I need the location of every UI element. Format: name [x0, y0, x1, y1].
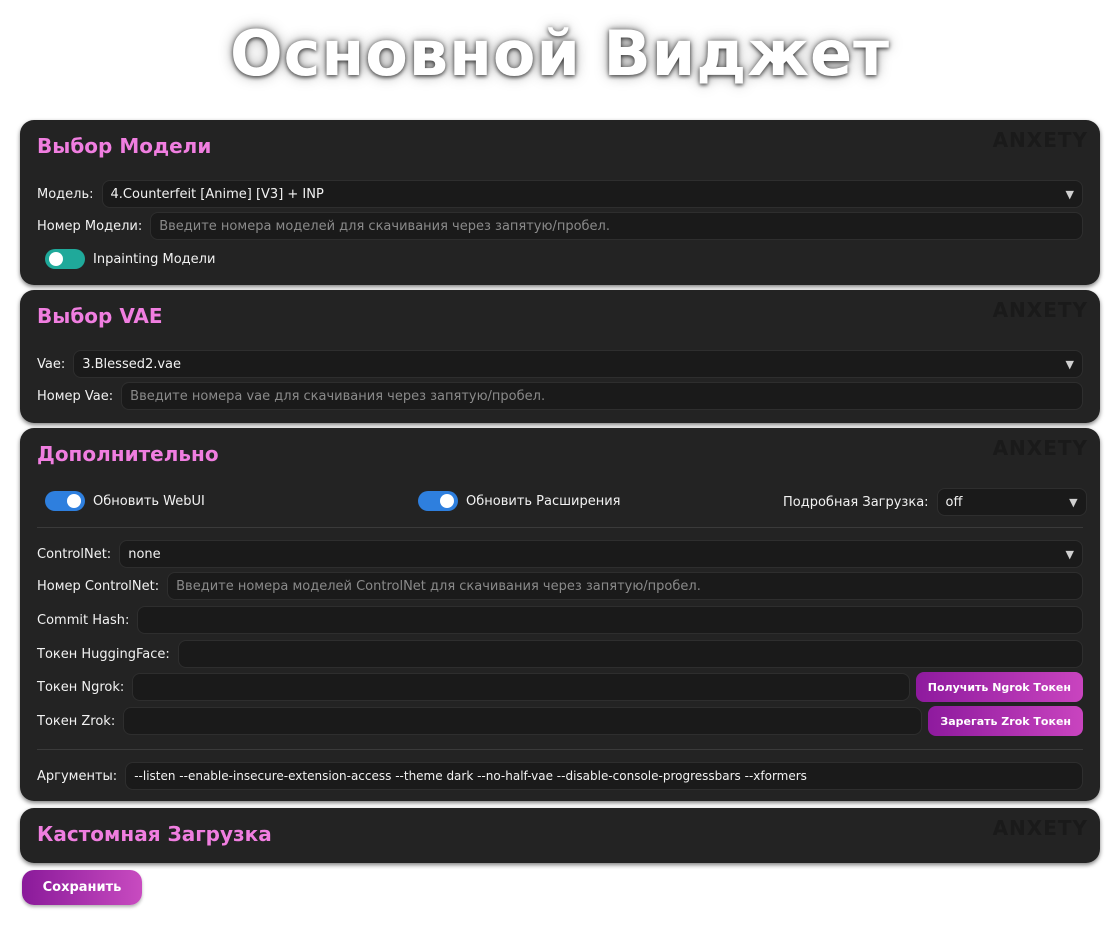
controlnet-number-input[interactable]	[167, 572, 1083, 600]
ngrok-token-label: Токен Ngrok:	[37, 679, 125, 695]
vae-number-input[interactable]	[121, 382, 1083, 410]
model-number-label: Номер Модели:	[37, 218, 143, 234]
zrok-token-label: Токен Zrok:	[37, 713, 116, 729]
vae-number-label: Номер Vae:	[37, 388, 114, 404]
arguments-input[interactable]	[125, 762, 1083, 790]
vae-panel: Выбор VAE ANXETY Vae: 3.Blessed2.vae ▼ Н…	[20, 290, 1100, 423]
update-extensions-label: Обновить Расширения	[466, 493, 621, 509]
model-select[interactable]: 4.Counterfeit [Anime] [V3] + INP ▼	[101, 180, 1083, 208]
detailed-download-value: off	[945, 494, 963, 510]
huggingface-token-input[interactable]	[177, 640, 1083, 668]
huggingface-token-label: Токен HuggingFace:	[37, 646, 170, 662]
chevron-down-icon: ▼	[1065, 547, 1074, 561]
update-extensions-toggle[interactable]	[418, 491, 458, 511]
register-zrok-token-button[interactable]: Зарегать Zrok Токен	[928, 706, 1083, 736]
model-panel: Выбор Модели ANXETY Модель: 4.Counterfei…	[20, 120, 1100, 285]
watermark: ANXETY	[992, 816, 1088, 840]
chevron-down-icon: ▼	[1065, 357, 1074, 371]
inpainting-toggle[interactable]	[45, 249, 85, 269]
watermark: ANXETY	[992, 128, 1088, 152]
controlnet-label: ControlNet:	[37, 546, 112, 562]
arguments-label: Аргументы:	[37, 768, 118, 784]
vae-panel-title: Выбор VAE	[37, 304, 163, 328]
controlnet-value: none	[128, 546, 161, 562]
commit-hash-label: Commit Hash:	[37, 612, 130, 628]
commit-hash-input[interactable]	[137, 606, 1083, 634]
zrok-token-input[interactable]	[123, 707, 923, 735]
vae-select-value: 3.Blessed2.vae	[82, 356, 182, 372]
custom-download-panel[interactable]: Кастомная Загрузка ANXETY	[20, 808, 1100, 863]
custom-download-panel-title: Кастомная Загрузка	[37, 822, 272, 846]
model-panel-title: Выбор Модели	[37, 134, 212, 158]
inpainting-label: Inpainting Модели	[93, 251, 216, 267]
divider	[37, 749, 1083, 750]
watermark: ANXETY	[992, 298, 1088, 322]
detailed-download-select[interactable]: off ▼	[936, 488, 1087, 516]
vae-select[interactable]: 3.Blessed2.vae ▼	[73, 350, 1083, 378]
detailed-download-label: Подробная Загрузка:	[783, 494, 929, 510]
model-label: Модель:	[37, 186, 94, 202]
update-webui-label: Обновить WebUI	[93, 493, 205, 509]
extra-panel-title: Дополнительно	[37, 442, 219, 466]
divider	[37, 527, 1083, 528]
extra-panel: Дополнительно ANXETY Обновить WebUI Обно…	[20, 428, 1100, 801]
chevron-down-icon: ▼	[1065, 187, 1074, 201]
page-title: Основной Виджет	[229, 17, 891, 90]
model-select-value: 4.Counterfeit [Anime] [V3] + INP	[110, 186, 324, 202]
ngrok-token-input[interactable]	[132, 673, 910, 701]
watermark: ANXETY	[992, 436, 1088, 460]
get-ngrok-token-button[interactable]: Получить Ngrok Токен	[915, 672, 1083, 702]
controlnet-number-label: Номер ControlNet:	[37, 578, 160, 594]
chevron-down-icon: ▼	[1069, 495, 1078, 509]
model-number-input[interactable]	[150, 212, 1083, 240]
save-button[interactable]: Сохранить	[22, 870, 142, 905]
vae-label: Vae:	[37, 356, 66, 372]
update-webui-toggle[interactable]	[45, 491, 85, 511]
controlnet-select[interactable]: none ▼	[119, 540, 1083, 568]
